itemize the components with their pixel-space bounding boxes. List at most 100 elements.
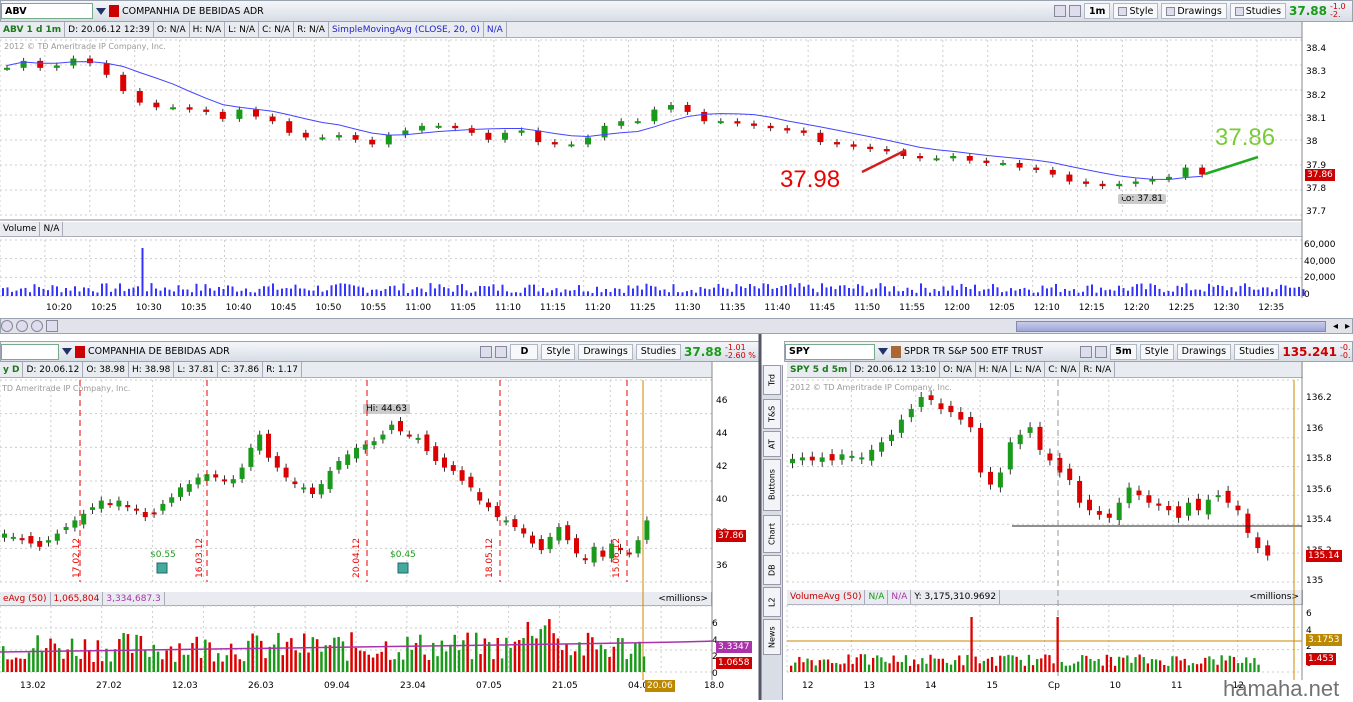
top-candle [1149, 179, 1156, 182]
top-volume-bar [578, 285, 580, 296]
right-volume-bar [1208, 656, 1211, 672]
top-x-tick-15: 11:35 [719, 303, 746, 313]
tools-icon[interactable] [1053, 5, 1066, 17]
left-volume-bar [208, 642, 211, 672]
right-volume-bar [814, 665, 817, 672]
top-volume-bar [290, 288, 292, 296]
cursor-icon[interactable] [46, 320, 58, 332]
right-candle [958, 412, 964, 420]
left-link-icon[interactable] [495, 345, 508, 358]
top-info-bar: ABV 1 d 1m D: 20.06.12 12:39 O: N/A H: N… [0, 22, 1302, 38]
left-volume-bar [182, 654, 186, 672]
left-x-tick-2: 12.03 [172, 681, 198, 691]
right-y-tick-1: 136 [1306, 423, 1324, 434]
top-volume-bar [33, 284, 36, 296]
left-volume-bar [492, 659, 495, 672]
left-last-price: 37.88 [684, 344, 722, 359]
left-drawings-button[interactable]: Drawings [578, 343, 633, 360]
right-volume-bar [1011, 655, 1014, 672]
left-candle [239, 467, 245, 479]
side-tab-chart[interactable]: Chart [763, 515, 781, 553]
right-volume-bar [1171, 656, 1174, 672]
right-symbol-input[interactable]: SPY [785, 343, 875, 360]
top-volume-bar [1203, 291, 1206, 296]
top-volume-bar [848, 287, 850, 296]
right-volume-bar [1007, 654, 1010, 672]
right-volume-bar [843, 663, 846, 672]
left-period-button[interactable]: D [510, 343, 539, 360]
top-study-title: ABV 1 d 1m [0, 22, 66, 37]
right-candle [918, 397, 924, 407]
left-volume-bar [298, 652, 302, 672]
top-style-button[interactable]: Style [1113, 3, 1159, 19]
side-tab-at[interactable]: AT [763, 431, 781, 457]
left-candle [178, 487, 183, 497]
right-studies-button[interactable]: Studies [1234, 343, 1280, 360]
scroll-left-icon[interactable]: ◂ [1333, 321, 1338, 332]
left-volume-badge-avg: 3.3347 [716, 641, 752, 653]
top-volume-bar [308, 290, 310, 296]
top-volume-bar [146, 291, 148, 296]
left-dropdown-icon[interactable] [62, 348, 72, 355]
left-style-button[interactable]: Style [541, 343, 576, 360]
top-scrollbar[interactable]: ◂ ▸ [0, 318, 1353, 334]
right-volume-bar [1167, 665, 1170, 672]
right-period-button[interactable]: 5m [1110, 343, 1137, 360]
right-volume-bar [1212, 659, 1215, 672]
scroll-thumb[interactable] [1016, 321, 1326, 332]
top-volume-bar [339, 283, 342, 296]
top-volume-bar [38, 287, 40, 296]
side-tab-db[interactable]: DB [763, 555, 781, 585]
right-candle [1265, 545, 1271, 556]
right-candle [1057, 457, 1063, 473]
left-x-tick-7: 21.05 [552, 681, 578, 691]
left-studies-button[interactable]: Studies [635, 343, 682, 360]
side-tab-buttons[interactable]: Buttons [763, 459, 781, 511]
right-link-icon[interactable] [1095, 345, 1108, 358]
right-candle [1255, 537, 1261, 548]
zoom-in-icon[interactable] [16, 320, 28, 332]
left-volume-bar [281, 655, 284, 672]
top-volume-bar [834, 289, 837, 296]
top-x-tick-0: 10:20 [46, 303, 72, 313]
top-candle [120, 74, 127, 92]
left-candle [204, 474, 210, 481]
top-studies-button[interactable]: Studies [1229, 3, 1287, 19]
top-volume-bar [204, 284, 207, 296]
top-volume-bar [1194, 289, 1197, 296]
side-tab-ts[interactable]: T&S [763, 399, 781, 429]
zoom-out-icon[interactable] [1, 320, 13, 332]
right-side-tabs: Trd T&S AT Buttons Chart DB L2 News [761, 365, 783, 700]
right-volume-bar [1245, 657, 1248, 672]
top-volume-bar [1257, 289, 1260, 296]
side-tab-news[interactable]: News [763, 619, 781, 655]
right-style-button[interactable]: Style [1139, 343, 1174, 360]
left-candle [512, 519, 518, 527]
top-volume-bar [767, 284, 769, 296]
top-drawings-button[interactable]: Drawings [1161, 3, 1227, 19]
left-symbol-input[interactable] [1, 343, 59, 360]
side-tab-l2[interactable]: L2 [763, 587, 781, 617]
right-volume-bar [1122, 657, 1125, 672]
right-drawings-button[interactable]: Drawings [1176, 343, 1232, 360]
zoom-reset-icon[interactable] [31, 320, 43, 332]
left-volume-bar [96, 640, 100, 672]
left-volume-bar [156, 651, 160, 672]
left-volume-bar [604, 649, 607, 672]
top-period-button[interactable]: 1m [1083, 3, 1111, 19]
top-vol-tick-3: 0 [1304, 289, 1310, 300]
left-tools-icon[interactable] [480, 345, 493, 358]
side-tab-trd[interactable]: Trd [763, 365, 781, 395]
right-volume-bar [888, 663, 891, 672]
left-volume-bar [264, 658, 267, 672]
link-icon[interactable] [1068, 5, 1081, 17]
scroll-right-icon[interactable]: ▸ [1345, 321, 1350, 332]
right-dropdown-icon[interactable] [878, 348, 888, 355]
top-volume-bar [965, 287, 967, 296]
symbol-dropdown-icon[interactable] [96, 7, 106, 15]
right-tools-icon[interactable] [1080, 345, 1093, 358]
top-volume-bar [1077, 292, 1080, 296]
top-symbol-input[interactable]: ABV [1, 3, 93, 19]
top-volume-bar [1284, 285, 1287, 296]
top-y-tick-7: 37.7 [1306, 207, 1327, 218]
